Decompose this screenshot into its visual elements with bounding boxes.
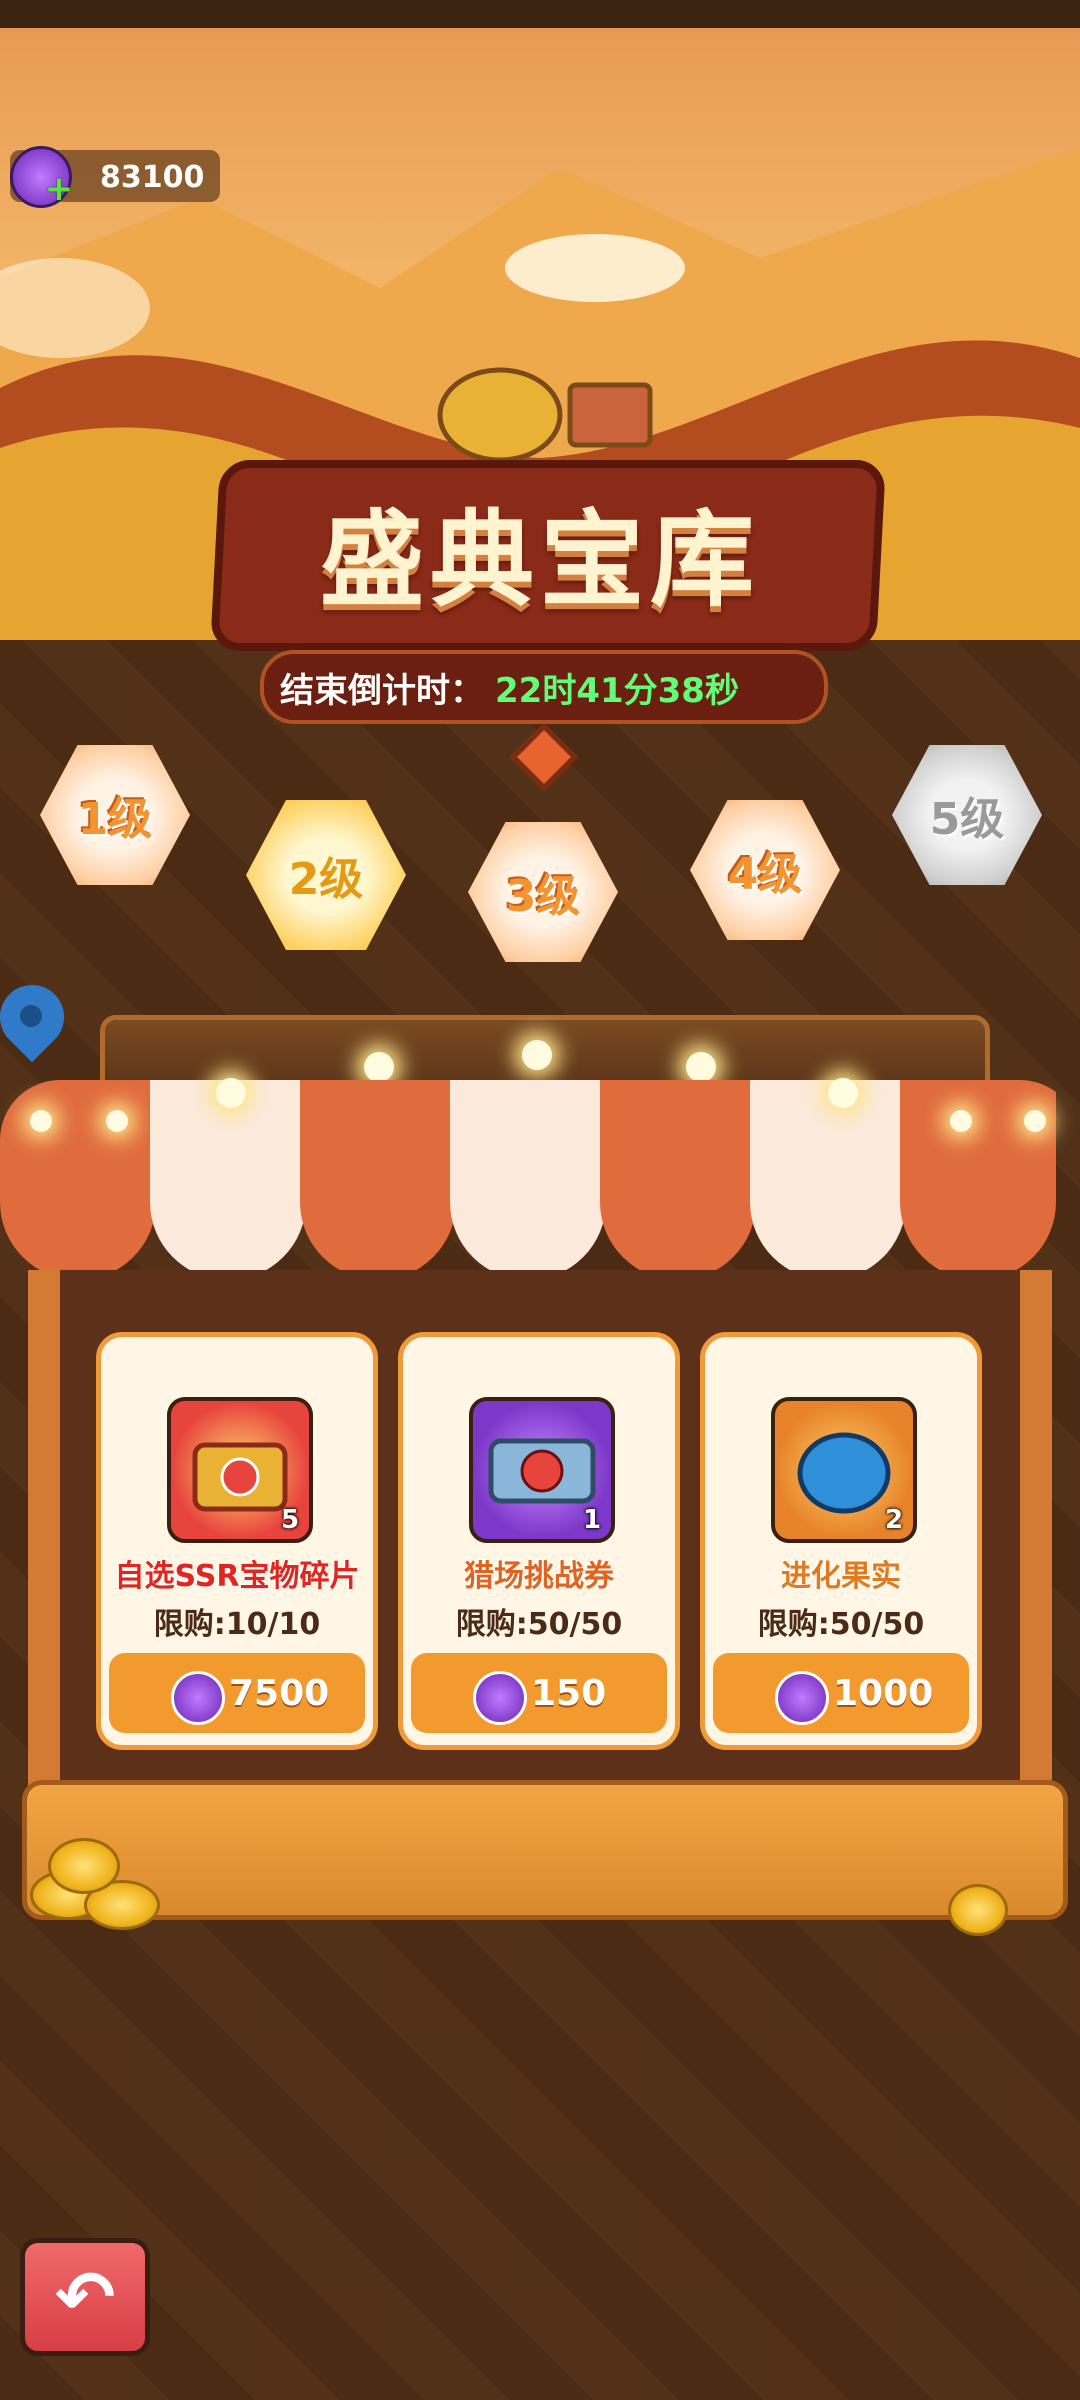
purchase-limit: 限购:50/50	[757, 1607, 925, 1642]
light-bulb	[828, 1078, 858, 1108]
item-name: 自选SSR宝物碎片	[114, 1559, 360, 1594]
purple-gear-coin-icon	[171, 1671, 225, 1725]
light-bulb	[1024, 1110, 1046, 1132]
light-bulb	[30, 1110, 52, 1132]
shop-item-card[interactable]: 1 猎场挑战券 限购:50/50 150	[398, 1332, 680, 1750]
currency-value: 83100	[100, 160, 205, 195]
light-bulb	[522, 1040, 552, 1070]
price-value: 7500	[229, 1673, 330, 1714]
light-bulb	[364, 1052, 394, 1082]
back-button[interactable]: ↶	[20, 2238, 150, 2356]
price-value: 150	[531, 1673, 607, 1714]
light-bulb	[106, 1110, 128, 1132]
back-arrow-icon: ↶	[54, 2255, 116, 2339]
treasure-pile-icon	[437, 367, 653, 463]
currency-display[interactable]: + 83100	[10, 146, 220, 208]
item-name: 猎场挑战券	[464, 1559, 614, 1594]
purple-gear-coin-icon	[473, 1671, 527, 1725]
item-count: 5	[281, 1505, 300, 1535]
shop-awning	[0, 1080, 1080, 1280]
light-bulb	[686, 1052, 716, 1082]
shop-item-card[interactable]: 5 自选SSR宝物碎片 限购:10/10 7500	[96, 1332, 378, 1750]
purple-gear-coin-icon	[775, 1671, 829, 1725]
location-pin-dot	[20, 1005, 42, 1027]
page-title: 盛典宝库	[319, 499, 760, 621]
countdown-label: 结束倒计时：	[280, 671, 484, 711]
add-currency-icon[interactable]: +	[44, 172, 74, 206]
light-bulb	[950, 1110, 972, 1132]
gold-coin-icon	[48, 1838, 120, 1894]
gold-coin-icon	[948, 1884, 1008, 1936]
countdown-value: 22时41分38秒	[495, 671, 739, 711]
purchase-limit: 限购:10/10	[153, 1607, 321, 1642]
status-bar	[0, 0, 1080, 28]
light-bulb	[216, 1078, 246, 1108]
buy-button[interactable]: 1000	[713, 1653, 969, 1733]
buy-button[interactable]: 7500	[109, 1653, 365, 1733]
shop-counter	[22, 1780, 1068, 1920]
shop-item-card[interactable]: 2 进化果实 限购:50/50 1000	[700, 1332, 982, 1750]
buy-button[interactable]: 150	[411, 1653, 667, 1733]
purchase-limit: 限购:50/50	[455, 1607, 623, 1642]
price-value: 1000	[833, 1673, 934, 1714]
item-count: 2	[885, 1505, 904, 1535]
item-count: 1	[583, 1505, 602, 1535]
item-name: 进化果实	[781, 1559, 901, 1594]
